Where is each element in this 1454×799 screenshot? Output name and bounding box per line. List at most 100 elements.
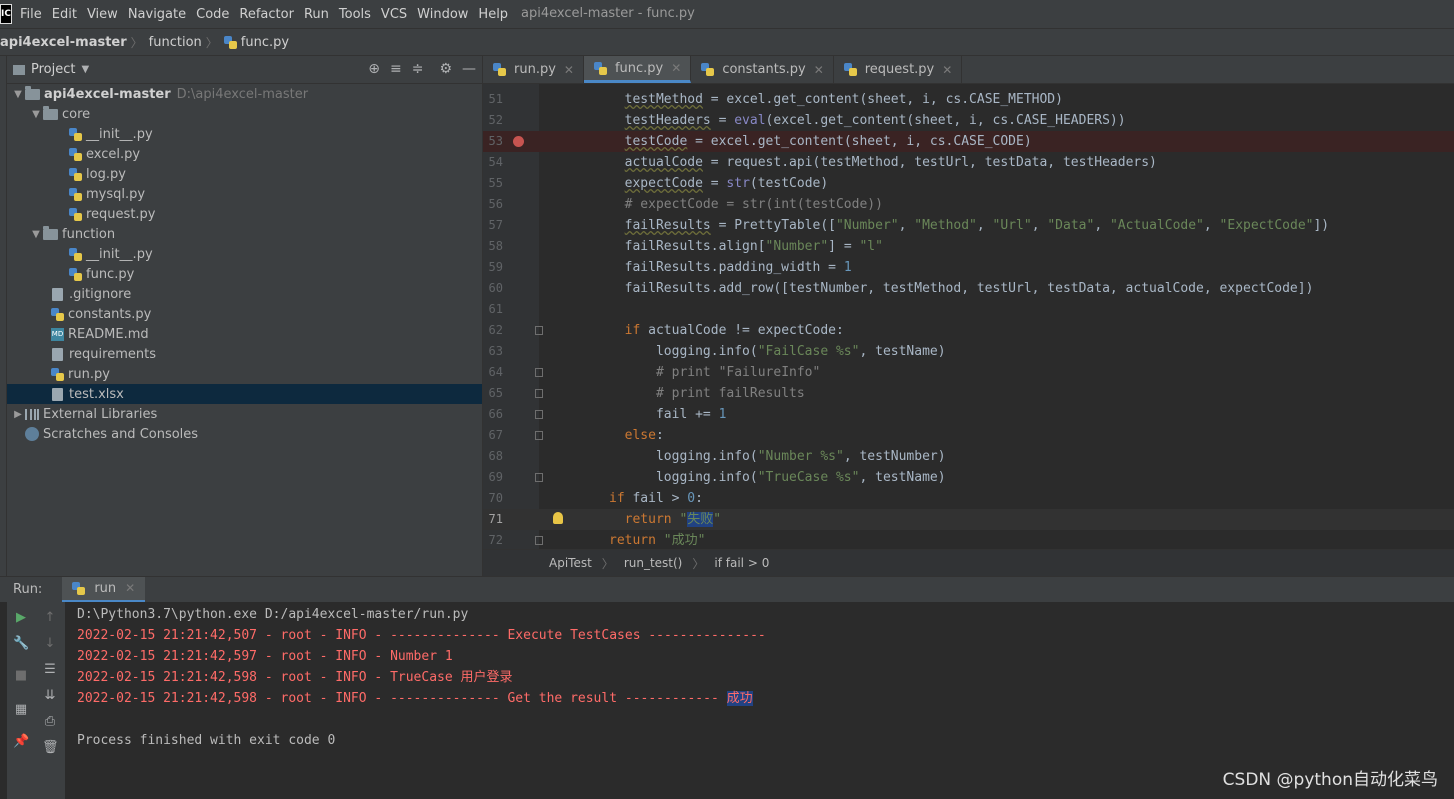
code-text: else: (624, 428, 664, 443)
code-line: 60 failResults.add_row([testNumber, test… (483, 278, 1454, 299)
trash-icon[interactable]: 🗑 (42, 740, 59, 756)
tree-item-label: __init__.py (86, 126, 153, 142)
menu-tools[interactable]: Tools (339, 7, 371, 22)
menu-window[interactable]: Window (417, 7, 468, 22)
line-number: 54 (488, 155, 503, 169)
tree-item-core[interactable]: ▼ core (7, 104, 482, 124)
play-icon[interactable]: ▶ (13, 610, 29, 626)
project-view-selector[interactable]: Project ▼ (13, 62, 89, 77)
close-icon[interactable]: ✕ (564, 63, 574, 77)
fold-icon[interactable] (535, 389, 543, 398)
code-area[interactable]: 51 testMethod = excel.get_content(sheet,… (483, 84, 1454, 549)
expand-all-icon[interactable]: ≡ (390, 61, 402, 77)
chevron-down-icon[interactable]: ▼ (29, 229, 43, 240)
run-tab[interactable]: run ✕ (62, 576, 146, 603)
fold-icon[interactable] (535, 536, 543, 545)
fold-icon[interactable] (535, 431, 543, 440)
line-number: 63 (488, 344, 503, 358)
tree-item-file[interactable]: func.py (7, 264, 482, 284)
code-breadcrumb-block[interactable]: if fail > 0 (714, 556, 769, 570)
breadcrumb-file[interactable]: func.py (223, 35, 289, 50)
tree-item-external-libraries[interactable]: ▶ External Libraries (7, 404, 482, 424)
fold-icon[interactable] (535, 368, 543, 377)
collapse-all-icon[interactable]: ≑ (412, 61, 424, 77)
arrow-down-icon[interactable]: ↓ (42, 636, 58, 652)
tree-item-label: function (62, 226, 116, 242)
menu-vcs[interactable]: VCS (381, 7, 407, 22)
breadcrumb-project[interactable]: api4excel-master (0, 35, 127, 50)
code-breadcrumb: ApiTest 〉 run_test() 〉 if fail > 0 (483, 549, 1454, 576)
arrow-up-icon[interactable]: ↑ (42, 610, 58, 626)
code-text: fail += 1 (609, 407, 727, 422)
code-line: 55 expectCode = str(testCode) (483, 173, 1454, 194)
code-text: return "成功" (609, 533, 706, 548)
menu-file[interactable]: File (20, 7, 42, 22)
tree-item-file[interactable]: constants.py (7, 304, 482, 324)
hide-icon[interactable]: — (462, 61, 476, 77)
close-icon[interactable]: ✕ (814, 63, 824, 77)
breadcrumb-folder[interactable]: function (149, 35, 202, 50)
tree-item-root[interactable]: ▼ api4excel-master D:\api4excel-master (7, 84, 482, 104)
tab-label: request.py (864, 62, 935, 77)
print-icon[interactable]: ⎙ (42, 714, 58, 730)
locate-icon[interactable]: ⊕ (368, 61, 380, 77)
folder-icon (43, 225, 58, 240)
close-icon[interactable]: ✕ (942, 63, 952, 77)
fold-icon[interactable] (535, 326, 543, 335)
code-line: 70 if fail > 0: (483, 488, 1454, 509)
tree-item-scratches[interactable]: Scratches and Consoles (7, 424, 482, 444)
menu-view[interactable]: View (87, 7, 118, 22)
menu-edit[interactable]: Edit (52, 7, 77, 22)
soft-wrap-icon[interactable]: ☰ (42, 662, 58, 678)
tree-item-file[interactable]: requirements (7, 344, 482, 364)
tree-item-file[interactable]: .gitignore (7, 284, 482, 304)
tab-label: constants.py (722, 62, 806, 77)
fold-icon[interactable] (535, 473, 543, 482)
code-text: expectCode = str(testCode) (624, 176, 829, 191)
tree-item-file[interactable]: __init__.py (7, 124, 482, 144)
menu-help[interactable]: Help (478, 7, 508, 22)
editor: run.py ✕ func.py ✕ constants.py ✕ reques… (483, 56, 1454, 576)
tab-run-py[interactable]: run.py ✕ (483, 56, 584, 83)
lightbulb-icon[interactable] (553, 512, 563, 524)
stop-icon[interactable]: ■ (13, 668, 29, 684)
fold-icon[interactable] (535, 410, 543, 419)
code-breadcrumb-class[interactable]: ApiTest (549, 556, 592, 570)
breakpoint-icon[interactable] (513, 136, 524, 147)
scroll-to-end-icon[interactable]: ⇊ (42, 688, 58, 704)
code-breadcrumb-function[interactable]: run_test() (624, 556, 683, 570)
chevron-down-icon[interactable]: ▼ (29, 109, 43, 120)
code-text: # expectCode = str(int(testCode)) (624, 197, 883, 212)
tree-item-file[interactable]: mysql.py (7, 184, 482, 204)
pin-icon[interactable]: 📌 (13, 734, 29, 750)
tree-item-file-selected[interactable]: test.xlsx (7, 384, 482, 404)
code-text: # print failResults (655, 386, 805, 401)
close-icon[interactable]: ✕ (125, 581, 135, 595)
tab-request-py[interactable]: request.py ✕ (834, 56, 963, 83)
chevron-down-icon[interactable]: ▼ (11, 89, 25, 100)
tab-func-py[interactable]: func.py ✕ (583, 56, 692, 83)
menu-code[interactable]: Code (196, 7, 229, 22)
tab-constants-py[interactable]: constants.py ✕ (691, 56, 834, 83)
chevron-right-icon[interactable]: ▶ (11, 409, 25, 420)
tree-item-file[interactable]: MD README.md (7, 324, 482, 344)
python-file-icon (69, 167, 82, 181)
breadcrumb-project-label: api4excel-master (0, 34, 127, 50)
menu-navigate[interactable]: Navigate (128, 7, 186, 22)
tree-item-file[interactable]: request.py (7, 204, 482, 224)
tree-item-file[interactable]: log.py (7, 164, 482, 184)
code-line: 62 if actualCode != expectCode: (483, 320, 1454, 341)
tree-item-label: func.py (86, 266, 135, 282)
line-number: 66 (488, 407, 503, 421)
tree-item-file[interactable]: excel.py (7, 144, 482, 164)
tree-item-file[interactable]: run.py (7, 364, 482, 384)
menu-refactor[interactable]: Refactor (239, 7, 294, 22)
gear-icon[interactable]: ⚙ (439, 61, 452, 77)
tree-item-file[interactable]: __init__.py (7, 244, 482, 264)
wrench-icon[interactable]: 🔧 (13, 636, 29, 652)
layout-icon[interactable]: ▦ (13, 702, 29, 718)
close-icon[interactable]: ✕ (671, 61, 681, 75)
tree-item-function[interactable]: ▼ function (7, 224, 482, 244)
code-text: failResults = PrettyTable(["Number", "Me… (624, 218, 1330, 233)
menu-run[interactable]: Run (304, 7, 329, 22)
